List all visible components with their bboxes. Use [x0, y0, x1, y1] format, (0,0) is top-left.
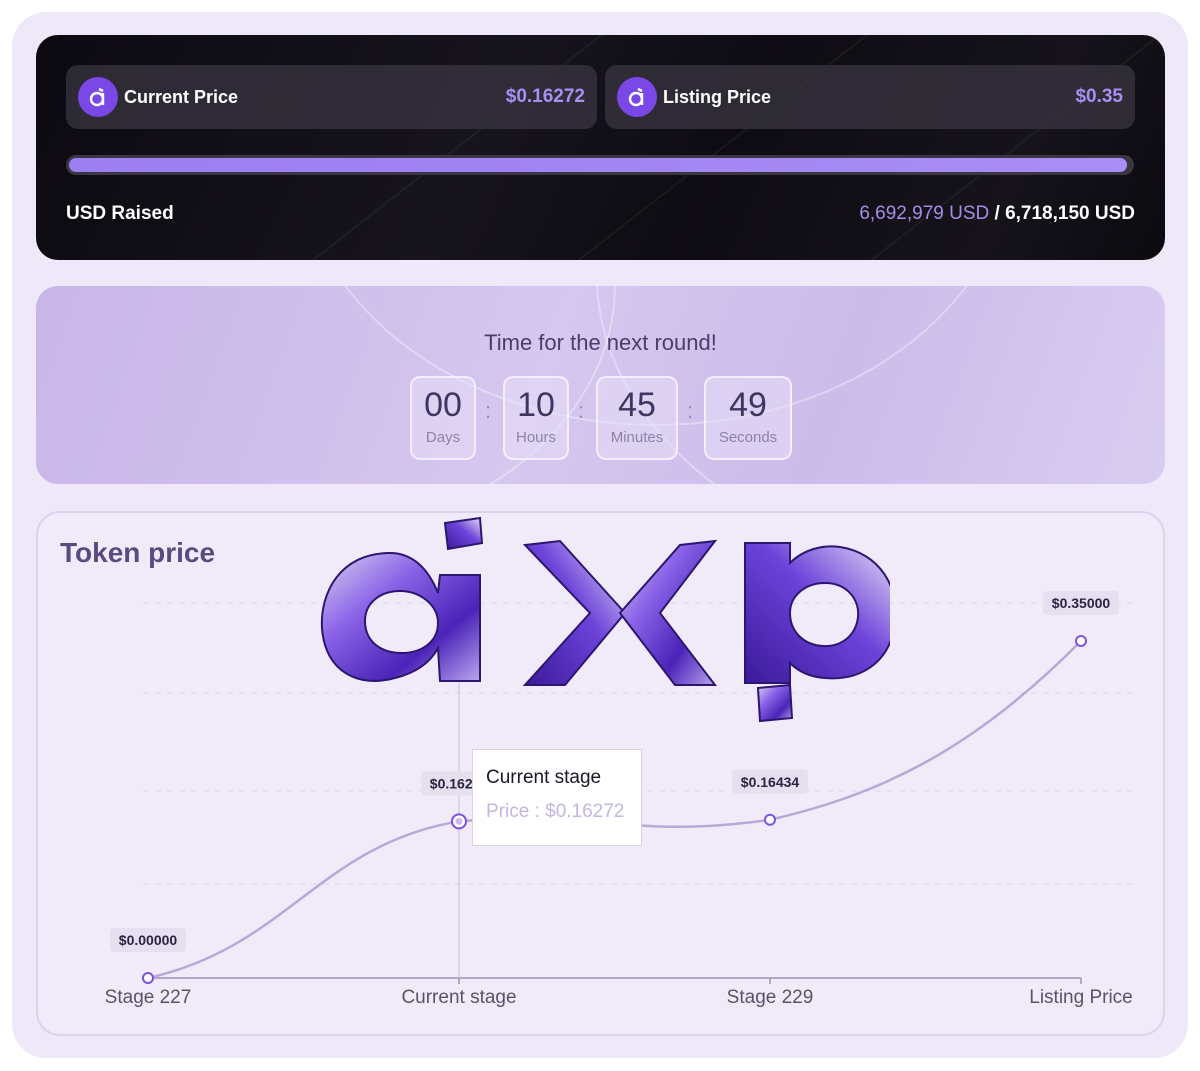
data-point	[142, 972, 154, 984]
countdown-minutes-label: Minutes	[610, 429, 664, 446]
listing-price-value: $0.35	[1075, 86, 1123, 107]
countdown-card: Time for the next round! 00 Days : 10 Ho…	[36, 286, 1165, 484]
x-axis-label: Stage 229	[727, 987, 814, 1008]
tooltip-price: Price : $0.16272	[486, 801, 625, 822]
token-price-card: Token price $0.00000 $0.16272 $0.16434 $0.3…	[36, 511, 1165, 1036]
countdown-hours-value: 10	[517, 386, 555, 424]
countdown-hours-label: Hours	[515, 429, 556, 446]
usd-raised-label: USD Raised	[66, 203, 174, 224]
tooltip-title: Current stage	[486, 767, 602, 788]
countdown-separator: :	[687, 398, 694, 423]
current-price-value: $0.16272	[505, 86, 585, 107]
countdown-hours: 10 Hours	[503, 376, 569, 460]
raise-progress-bar	[66, 155, 1134, 175]
data-point-core	[455, 817, 463, 825]
countdown-separator: :	[485, 398, 492, 423]
current-price-pill: Current Price $0.16272	[66, 65, 597, 129]
countdown-days-label: Days	[425, 429, 461, 446]
countdown-seconds-label: Seconds	[718, 429, 778, 446]
countdown-days: 00 Days	[410, 376, 476, 460]
axp-3d-logo	[320, 516, 890, 723]
usd-raised-separator: /	[994, 203, 1000, 224]
x-axis-label: Listing Price	[1029, 987, 1133, 1008]
data-point	[764, 813, 776, 826]
current-stage-tooltip: Current stage Price : $0.16272	[472, 749, 642, 846]
listing-price-label: Listing Price	[663, 86, 772, 107]
x-axis-label: Current stage	[401, 987, 516, 1008]
countdown-days-value: 00	[424, 386, 462, 424]
countdown-title: Time for the next round!	[484, 330, 717, 355]
data-label: $0.00000	[119, 932, 178, 948]
data-label: $0.35000	[1052, 595, 1111, 611]
axp-logo-icon	[78, 77, 118, 117]
countdown-minutes: 45 Minutes	[596, 376, 678, 460]
x-axis-label: Stage 227	[105, 987, 192, 1008]
data-label: $0.16434	[741, 774, 800, 790]
usd-raised-target: 6,718,150 USD	[1005, 203, 1135, 224]
data-point	[1075, 635, 1087, 647]
countdown-minutes-value: 45	[618, 386, 656, 424]
countdown-separator: :	[578, 398, 585, 423]
usd-raised-values: 6,692,979 USD / 6,718,150 USD	[859, 203, 1135, 225]
axp-logo-icon	[617, 77, 657, 117]
presale-status-card: Current Price $0.16272 Listing Price $0.…	[36, 35, 1165, 260]
countdown-seconds: 49 Seconds	[704, 376, 792, 460]
usd-raised-amount: 6,692,979 USD	[859, 203, 990, 224]
raise-progress-fill	[69, 158, 1128, 172]
listing-price-pill: Listing Price $0.35	[605, 65, 1135, 129]
current-price-label: Current Price	[124, 86, 239, 107]
countdown-seconds-value: 49	[729, 386, 767, 424]
